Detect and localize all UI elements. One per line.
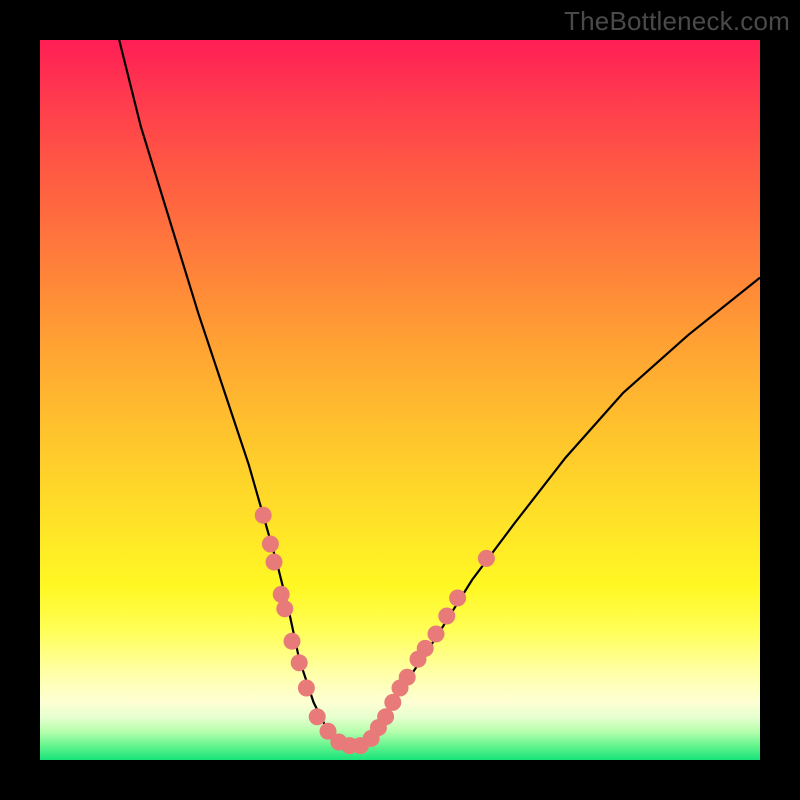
data-marker	[449, 590, 466, 607]
chart-svg	[40, 40, 760, 760]
data-marker	[417, 640, 434, 657]
watermark-text: TheBottleneck.com	[564, 6, 790, 37]
data-marker	[384, 694, 401, 711]
data-marker	[284, 633, 301, 650]
data-marker	[273, 586, 290, 603]
plot-area	[40, 40, 760, 760]
data-marker	[478, 550, 495, 567]
data-marker	[276, 600, 293, 617]
data-marker	[298, 680, 315, 697]
data-marker	[309, 708, 326, 725]
data-marker	[438, 608, 455, 625]
data-markers	[255, 507, 495, 754]
data-marker	[255, 507, 272, 524]
chart-frame: TheBottleneck.com	[0, 0, 800, 800]
data-marker	[377, 708, 394, 725]
data-marker	[266, 554, 283, 571]
data-marker	[262, 536, 279, 553]
data-marker	[428, 626, 445, 643]
data-marker	[399, 669, 416, 686]
data-marker	[291, 654, 308, 671]
